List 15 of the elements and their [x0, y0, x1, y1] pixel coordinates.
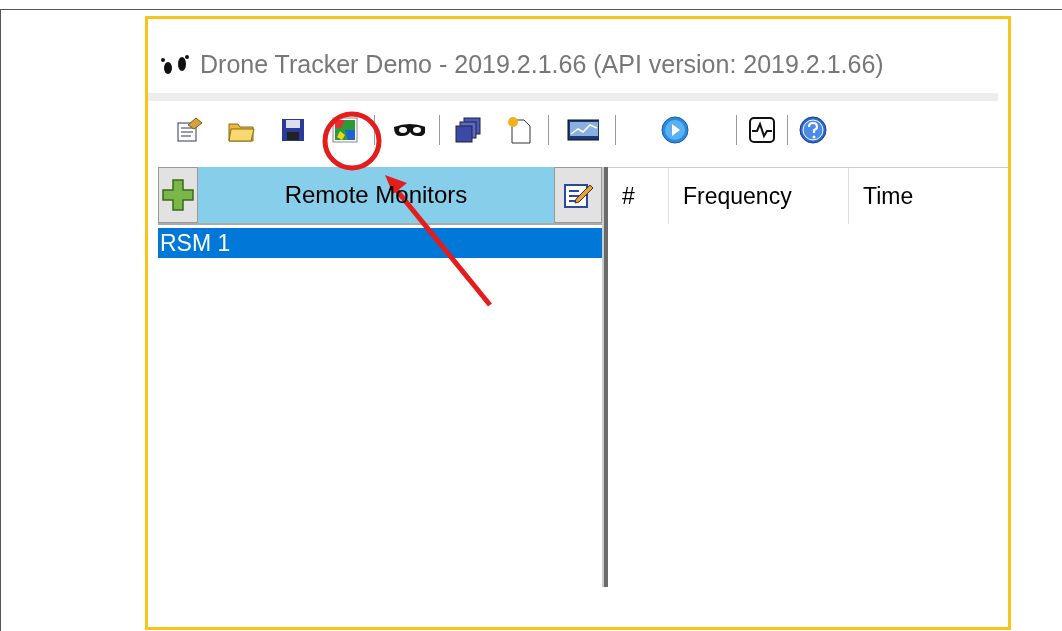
footprints-icon: [160, 54, 192, 76]
help-icon[interactable]: [798, 115, 828, 145]
column-header[interactable]: Time: [849, 178, 914, 214]
pulse-icon[interactable]: [747, 115, 777, 145]
column-header[interactable]: Frequency: [669, 178, 792, 214]
plus-icon: [161, 178, 195, 212]
copy-icon[interactable]: [454, 115, 484, 145]
add-button[interactable]: [158, 167, 198, 223]
edit-button[interactable]: [554, 167, 602, 223]
properties-icon[interactable]: [174, 115, 204, 145]
play-icon[interactable]: [660, 115, 690, 145]
column-header[interactable]: #: [608, 178, 635, 214]
monitor-list-item[interactable]: RSM 1: [158, 228, 602, 258]
window-title: Drone Tracker Demo - 2019.2.1.66 (API version: 2019.2.1.66): [200, 49, 884, 81]
map-icon[interactable]: [330, 115, 360, 145]
